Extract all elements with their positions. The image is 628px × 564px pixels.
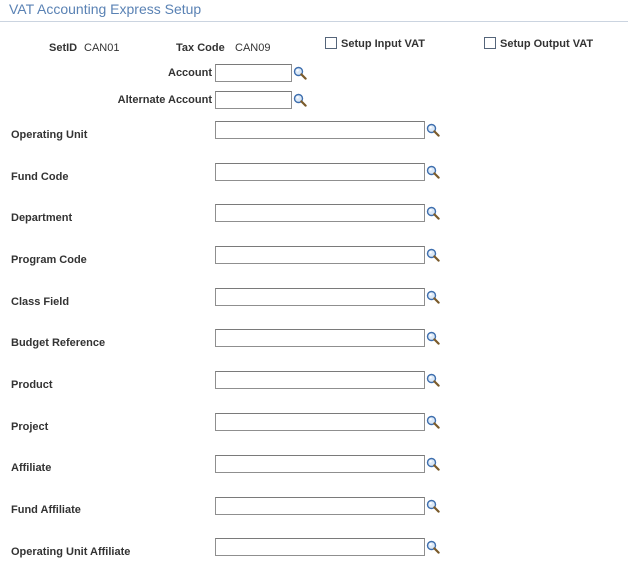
affiliate-label: Affiliate (11, 462, 52, 474)
budget-reference-label: Budget Reference (11, 337, 106, 349)
class-field-input[interactable] (215, 288, 425, 306)
setup-output-vat-label: Setup Output VAT (500, 38, 594, 50)
operating-unit-label: Operating Unit (11, 129, 88, 141)
fund-code-lookup-icon[interactable] (426, 165, 440, 179)
account-label: Account (168, 67, 212, 79)
project-lookup-icon[interactable] (426, 415, 440, 429)
account-input[interactable] (215, 64, 292, 82)
budget-reference-lookup-icon[interactable] (426, 331, 440, 345)
project-label: Project (11, 421, 49, 433)
fund-code-label: Fund Code (11, 171, 69, 183)
setid-label: SetID (49, 42, 78, 54)
product-input[interactable] (215, 371, 425, 389)
operating-unit-lookup-icon[interactable] (426, 123, 440, 137)
page-title: VAT Accounting Express Setup (9, 1, 202, 17)
alternate-account-label: Alternate Account (117, 94, 212, 106)
department-input[interactable] (215, 204, 425, 222)
setup-input-vat-checkbox[interactable] (325, 37, 337, 49)
operating-unit-affiliate-input[interactable] (215, 538, 425, 556)
department-label: Department (11, 212, 73, 224)
fund-affiliate-lookup-icon[interactable] (426, 499, 440, 513)
operating-unit-affiliate-label: Operating Unit Affiliate (11, 546, 131, 558)
affiliate-input[interactable] (215, 455, 425, 473)
setid-value: CAN01 (84, 42, 120, 54)
taxcode-value: CAN09 (235, 42, 271, 54)
alternate-account-lookup-icon[interactable] (293, 93, 307, 107)
department-lookup-icon[interactable] (426, 206, 440, 220)
setup-output-vat-checkbox[interactable] (484, 37, 496, 49)
program-code-lookup-icon[interactable] (426, 248, 440, 262)
taxcode-label: Tax Code (176, 42, 225, 54)
project-input[interactable] (215, 413, 425, 431)
class-field-label: Class Field (11, 296, 70, 308)
operating-unit-input[interactable] (215, 121, 425, 139)
product-lookup-icon[interactable] (426, 373, 440, 387)
title-divider (0, 21, 628, 22)
affiliate-lookup-icon[interactable] (426, 457, 440, 471)
program-code-input[interactable] (215, 246, 425, 264)
budget-reference-input[interactable] (215, 329, 425, 347)
program-code-label: Program Code (11, 254, 87, 266)
account-lookup-icon[interactable] (293, 66, 307, 80)
class-field-lookup-icon[interactable] (426, 290, 440, 304)
fund-affiliate-input[interactable] (215, 497, 425, 515)
setup-input-vat-label: Setup Input VAT (341, 38, 425, 50)
alternate-account-input[interactable] (215, 91, 292, 109)
product-label: Product (11, 379, 53, 391)
fund-code-input[interactable] (215, 163, 425, 181)
operating-unit-affiliate-lookup-icon[interactable] (426, 540, 440, 554)
fund-affiliate-label: Fund Affiliate (11, 504, 81, 516)
